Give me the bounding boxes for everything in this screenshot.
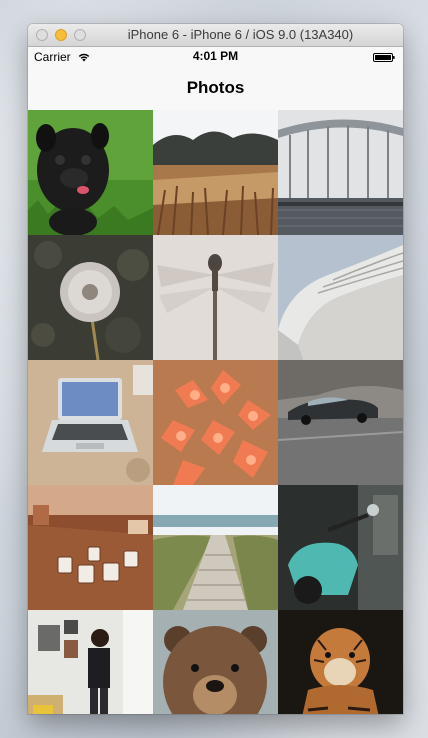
status-time: 4:01 PM <box>192 49 239 63</box>
zoom-button[interactable] <box>74 29 86 41</box>
photo-pier-structure[interactable] <box>278 110 403 235</box>
window-titlebar[interactable]: iPhone 6 - iPhone 6 / iOS 9.0 (13A340) <box>28 24 403 47</box>
photo-wheat-field[interactable] <box>153 110 278 235</box>
photo-classic-car[interactable] <box>278 360 403 485</box>
photo-pug-puppy[interactable] <box>28 110 153 235</box>
status-bar: Carrier 4:01 PM <box>28 47 403 67</box>
photo-man-in-room[interactable] <box>28 610 153 714</box>
photo-coffee-cups[interactable] <box>28 485 153 610</box>
photo-curved-building[interactable] <box>278 235 403 360</box>
photo-bear[interactable] <box>153 610 278 714</box>
window-title: iPhone 6 - iPhone 6 / iOS 9.0 (13A340) <box>127 27 354 42</box>
photo-beach-boardwalk[interactable] <box>153 485 278 610</box>
navigation-bar: Photos <box>28 67 403 111</box>
simulator-window: iPhone 6 - iPhone 6 / iOS 9.0 (13A340) C… <box>28 24 403 714</box>
photo-grid <box>28 110 403 714</box>
battery-icon <box>373 53 395 62</box>
photo-scooter[interactable] <box>278 485 403 610</box>
photo-laptop-desk[interactable] <box>28 360 153 485</box>
photo-dandelion[interactable] <box>28 235 153 360</box>
close-button[interactable] <box>36 29 48 41</box>
photo-tiger[interactable] <box>278 610 403 714</box>
photo-dragonfly[interactable] <box>153 235 278 360</box>
page-title: Photos <box>186 78 245 97</box>
photo-orange-flowers[interactable] <box>153 360 278 485</box>
minimize-button[interactable] <box>55 29 67 41</box>
